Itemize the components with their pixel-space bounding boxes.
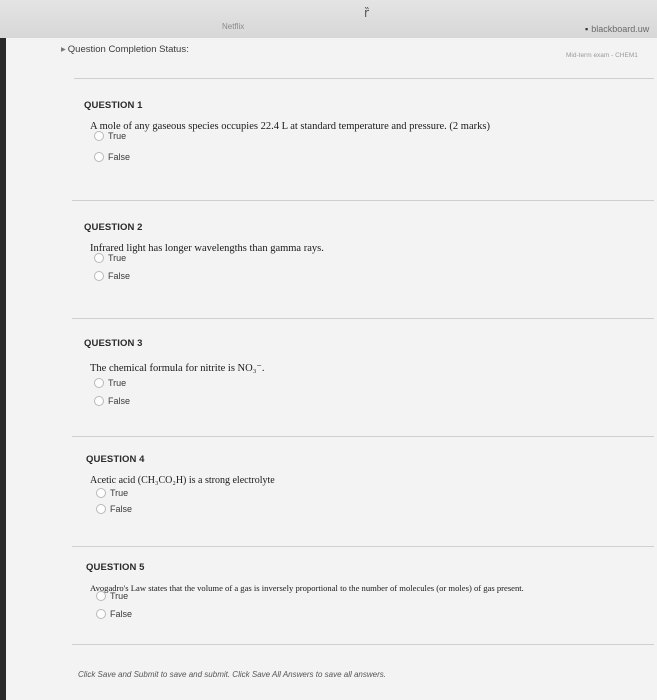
radio-button[interactable]: [94, 131, 104, 141]
radio-button[interactable]: [94, 396, 104, 406]
radio-button[interactable]: [96, 591, 106, 601]
question-block: QUESTION 4 Acetic acid (CH₃CO₂H) is a st…: [86, 454, 646, 518]
completion-status-label: Question Completion Status:: [67, 44, 189, 55]
question-title: QUESTION 3: [84, 338, 143, 349]
question-block: QUESTION 5 Avogadro's Law states that th…: [86, 562, 646, 623]
divider: [72, 436, 654, 437]
divider: [72, 644, 654, 645]
tab-blackboard[interactable]: ▪ blackboard.uw: [585, 24, 649, 34]
blackboard-icon: ▪: [585, 24, 589, 34]
tab-netflix[interactable]: Netflix: [222, 22, 244, 31]
question-block: QUESTION 1 A mole of any gaseous species…: [84, 100, 644, 166]
option-label: False: [110, 504, 133, 514]
divider: [72, 318, 654, 319]
exam-subtab[interactable]: Mid-term exam - CHEM1: [566, 52, 638, 59]
radio-button[interactable]: [96, 504, 106, 514]
option-label: True: [108, 131, 127, 141]
radio-button[interactable]: [94, 152, 104, 162]
option-true[interactable]: True: [94, 374, 644, 392]
question-title: QUESTION 2: [84, 222, 143, 233]
quiz-page: ▸ Question Completion Status: Mid-term ex…: [0, 38, 657, 700]
radio-button[interactable]: [94, 378, 104, 388]
expand-icon: ▸: [61, 44, 66, 55]
radio-button[interactable]: [94, 253, 104, 263]
option-label: False: [108, 396, 131, 406]
tab-blackboard-label: blackboard.uw: [591, 24, 650, 34]
radio-button[interactable]: [94, 271, 104, 281]
option-false[interactable]: False: [96, 605, 646, 623]
option-label: False: [108, 271, 131, 281]
completion-status[interactable]: ▸ Question Completion Status:: [61, 44, 189, 55]
option-label: True: [108, 378, 127, 388]
divider: [72, 546, 654, 547]
question-text: The chemical formula for nitrite is NO₃⁻…: [90, 363, 265, 374]
question-title: QUESTION 1: [84, 100, 143, 111]
option-false[interactable]: False: [94, 392, 644, 410]
question-title: QUESTION 5: [86, 562, 145, 573]
question-block: QUESTION 3 The chemical formula for nitr…: [84, 338, 644, 410]
option-label: False: [108, 152, 131, 162]
browser-top-bar: Netflix ȑ ▪ blackboard.uw: [0, 0, 657, 38]
question-title: QUESTION 4: [86, 454, 145, 465]
radio-button[interactable]: [96, 609, 106, 619]
radio-button[interactable]: [96, 488, 106, 498]
option-label: False: [110, 609, 133, 619]
option-false[interactable]: False: [96, 500, 646, 518]
option-label: True: [110, 591, 129, 601]
option-false[interactable]: False: [94, 148, 644, 166]
app-icon[interactable]: ȑ: [364, 6, 369, 20]
option-false[interactable]: False: [94, 267, 644, 285]
submit-instructions: Click Save and Submit to save and submit…: [78, 670, 386, 679]
divider: [74, 78, 654, 79]
divider: [72, 200, 654, 201]
option-label: True: [108, 253, 127, 263]
question-block: QUESTION 2 Infrared light has longer wav…: [84, 222, 644, 285]
option-label: True: [110, 488, 129, 498]
